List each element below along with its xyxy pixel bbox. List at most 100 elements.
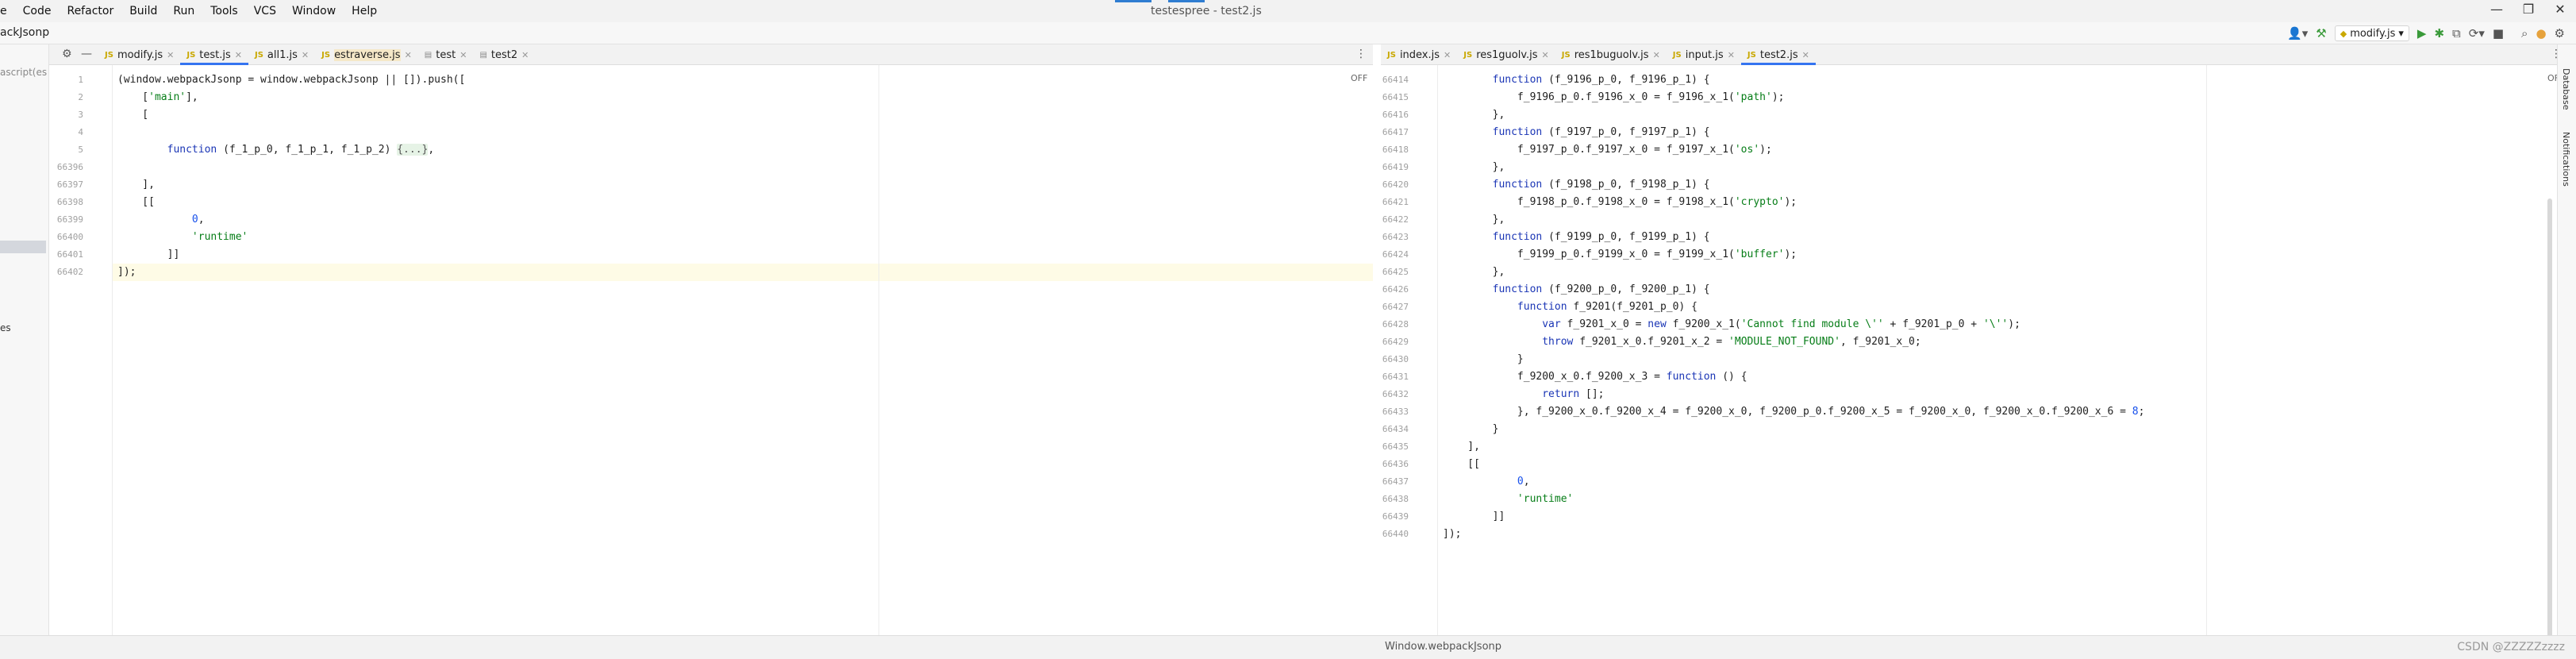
- settings-icon[interactable]: ⚙: [2555, 26, 2565, 40]
- profile-icon[interactable]: ⟳▾: [2469, 26, 2485, 40]
- menu-vcs[interactable]: VCS: [254, 5, 276, 17]
- project-tree-item-2[interactable]: es: [0, 322, 11, 333]
- close-tab-icon[interactable]: ✕: [1542, 50, 1549, 60]
- code-line[interactable]: f_9198_p_0.f_9198_x_0 = f_9198_x_1('cryp…: [1443, 194, 1797, 211]
- minimize-button[interactable]: —: [2481, 2, 2513, 17]
- code-line[interactable]: 0,: [1443, 473, 1530, 491]
- code-line[interactable]: 'runtime': [1443, 491, 1573, 508]
- run-icon[interactable]: ▶: [2417, 26, 2427, 40]
- code-area-right[interactable]: function (f_9196_p_0, f_9196_p_1) { f_91…: [1438, 65, 2568, 648]
- close-tab-icon[interactable]: ✕: [1444, 50, 1451, 60]
- code-line[interactable]: function (f_9196_p_0, f_9196_p_1) {: [1443, 71, 1710, 89]
- close-tab-icon[interactable]: ✕: [405, 50, 412, 60]
- code-area-left[interactable]: (window.webpackJsonp = window.webpackJso…: [113, 65, 1373, 648]
- inspection-off-label[interactable]: OFF: [1351, 73, 1367, 83]
- user-icon[interactable]: 👤▾: [2287, 26, 2308, 40]
- coverage-icon[interactable]: ⧉: [2452, 26, 2461, 40]
- menu-code[interactable]: Code: [23, 5, 52, 17]
- close-tab-icon[interactable]: ✕: [1802, 50, 1809, 60]
- tab-test2-js[interactable]: JS test2.js ✕: [1740, 44, 1816, 65]
- search-icon[interactable]: ⌕: [2521, 26, 2528, 40]
- code-line[interactable]: [[: [1443, 456, 1480, 473]
- js-file-icon: JS: [254, 50, 263, 60]
- menu-refactor[interactable]: Refactor: [67, 5, 113, 17]
- close-tab-icon[interactable]: ✕: [1653, 50, 1660, 60]
- hide-panel-icon[interactable]: —: [81, 48, 92, 60]
- run-configuration-select[interactable]: ◆ modify.js ▾: [2334, 25, 2409, 41]
- build-hammer-icon[interactable]: ⚒: [2316, 26, 2326, 40]
- tab-list-menu-icon[interactable]: ⋮: [1355, 48, 1367, 60]
- tab-modify-js[interactable]: JS modify.js ✕: [98, 44, 180, 65]
- code-line[interactable]: function (f_1_p_0, f_1_p_1, f_1_p_2) {..…: [117, 141, 434, 159]
- code-line[interactable]: ]);: [117, 264, 136, 281]
- notifications-tool-tab[interactable]: Notifications: [2561, 132, 2571, 187]
- tab-estraverse-js[interactable]: JS estraverse.js ✕: [315, 44, 418, 65]
- menu-item-partial[interactable]: e: [0, 5, 7, 17]
- code-line[interactable]: }: [1443, 351, 1524, 368]
- code-line[interactable]: ],: [1443, 438, 1480, 456]
- code-line[interactable]: throw f_9201_x_0.f_9201_x_2 = 'MODULE_NO…: [1443, 333, 1920, 351]
- menu-build[interactable]: Build: [129, 5, 157, 17]
- vertical-scrollbar[interactable]: [2547, 198, 2552, 643]
- debug-icon[interactable]: ✱: [2434, 26, 2444, 40]
- update-icon[interactable]: ●: [2536, 26, 2546, 40]
- tab-test2[interactable]: ▤ test2 ✕: [473, 44, 535, 65]
- tab-res1buguolv-js[interactable]: JS res1buguolv.js ✕: [1555, 44, 1667, 65]
- code-line[interactable]: f_9200_x_0.f_9200_x_3 = function () {: [1443, 368, 1747, 386]
- code-line[interactable]: var f_9201_x_0 = new f_9200_x_1('Cannot …: [1443, 316, 2020, 333]
- code-line[interactable]: function (f_9197_p_0, f_9197_p_1) {: [1443, 124, 1710, 141]
- code-line[interactable]: ]]: [1443, 508, 1505, 526]
- code-line[interactable]: function (f_9200_p_0, f_9200_p_1) {: [1443, 281, 1710, 299]
- code-line[interactable]: 0,: [117, 211, 205, 229]
- code-line[interactable]: }: [1443, 421, 1499, 438]
- code-line[interactable]: function (f_9198_p_0, f_9198_p_1) {: [1443, 176, 1710, 194]
- tab-all1-js[interactable]: JS all1.js ✕: [248, 44, 315, 65]
- close-tab-icon[interactable]: ✕: [1728, 50, 1735, 60]
- code-line[interactable]: [: [117, 106, 148, 124]
- code-line[interactable]: },: [1443, 264, 1505, 281]
- line-number: 66398: [56, 197, 83, 207]
- database-tool-tab[interactable]: Database: [2561, 68, 2571, 110]
- code-line[interactable]: }, f_9200_x_0.f_9200_x_4 = f_9200_x_0, f…: [1443, 403, 2145, 421]
- maximize-button[interactable]: ❐: [2513, 2, 2544, 17]
- chevron-down-icon: ▾: [2398, 27, 2404, 40]
- breadcrumb[interactable]: ackJsonp: [0, 26, 49, 39]
- code-line[interactable]: },: [1443, 159, 1505, 176]
- code-line[interactable]: [[: [117, 194, 155, 211]
- code-line[interactable]: function f_9201(f_9201_p_0) {: [1443, 299, 1697, 316]
- gear-icon[interactable]: ⚙: [62, 48, 72, 60]
- code-line[interactable]: 'runtime': [117, 229, 248, 246]
- close-tab-icon[interactable]: ✕: [167, 50, 174, 60]
- tab-test-js[interactable]: JS test.js ✕: [180, 44, 248, 65]
- code-line[interactable]: f_9196_p_0.f_9196_x_0 = f_9196_x_1('path…: [1443, 89, 1785, 106]
- code-line[interactable]: return [];: [1443, 386, 1604, 403]
- code-line[interactable]: (window.webpackJsonp = window.webpackJso…: [117, 71, 465, 89]
- tab-input-js[interactable]: JS input.js ✕: [1667, 44, 1741, 65]
- close-tab-icon[interactable]: ✕: [302, 50, 309, 60]
- code-line[interactable]: ]);: [1443, 526, 1461, 543]
- project-tree-selected-row[interactable]: [0, 241, 46, 253]
- close-tab-icon[interactable]: ✕: [459, 50, 467, 60]
- stop-icon[interactable]: ■: [2493, 26, 2504, 40]
- code-line[interactable]: ],: [117, 176, 155, 194]
- menu-window[interactable]: Window: [292, 5, 336, 17]
- code-line[interactable]: f_9199_p_0.f_9199_x_0 = f_9199_x_1('buff…: [1443, 246, 1797, 264]
- code-line[interactable]: function (f_9199_p_0, f_9199_p_1) {: [1443, 229, 1710, 246]
- code-line[interactable]: },: [1443, 211, 1505, 229]
- menu-run[interactable]: Run: [173, 5, 194, 17]
- close-tab-icon[interactable]: ✕: [521, 50, 529, 60]
- close-tab-icon[interactable]: ✕: [235, 50, 242, 60]
- tab-index-js[interactable]: JS index.js ✕: [1381, 44, 1457, 65]
- menu-help[interactable]: Help: [352, 5, 377, 17]
- code-line[interactable]: ['main'],: [117, 89, 198, 106]
- code-line[interactable]: ]]: [117, 246, 180, 264]
- code-line[interactable]: f_9197_p_0.f_9197_x_0 = f_9197_x_1('os')…: [1443, 141, 1772, 159]
- tab-res1guolv-js[interactable]: JS res1guolv.js ✕: [1457, 44, 1555, 65]
- project-tree-item[interactable]: ascript(es: [0, 67, 47, 78]
- close-button[interactable]: ✕: [2544, 2, 2576, 17]
- structure-breadcrumb[interactable]: Window.webpackJsonp: [1385, 641, 1501, 653]
- tab-test[interactable]: ▤ test ✕: [418, 44, 474, 65]
- code-line[interactable]: },: [1443, 106, 1505, 124]
- menu-tools[interactable]: Tools: [210, 5, 238, 17]
- editor-tabs-right: JS index.js ✕ JS res1guolv.js ✕ JS res1buguolv.…: [1381, 44, 2568, 65]
